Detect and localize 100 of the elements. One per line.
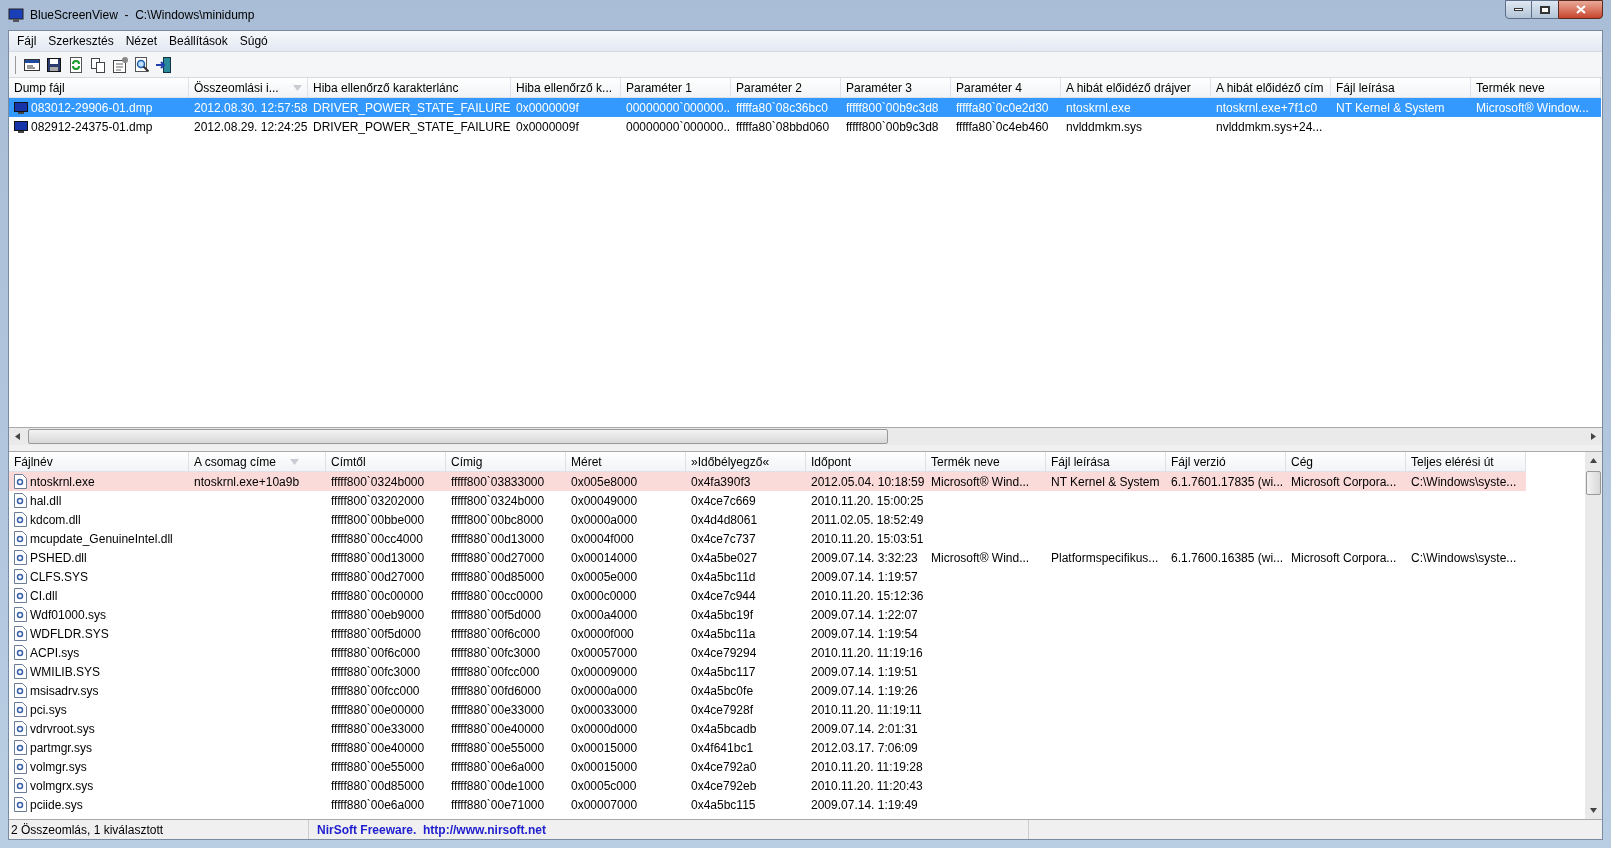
- table-cell-text: 0x4ce792a0: [690, 758, 758, 776]
- file-icon: [14, 588, 27, 603]
- table-cell-text: 2009.07.14. 2:01:31: [810, 720, 919, 738]
- properties-icon[interactable]: [111, 55, 129, 74]
- column-header[interactable]: A hibát előidéző cím: [1211, 78, 1331, 98]
- table-row[interactable]: PSHED.dll fffff880`00d13000 fffff880`00d27000 0x00014000 0x4a5be027 2009.07.14. 3:32:23 Microsoft® Wind... Platformspecifikus... 6.1.7600.16385 (wi... Microsoft Corpora... C:\Windows\syste...: [9, 548, 1526, 567]
- table-cell-text: 0x00057000: [570, 644, 639, 662]
- table-cell-text: 0x4a5bc117: [690, 663, 757, 681]
- column-header[interactable]: Teljes elérési út: [1406, 452, 1526, 472]
- table-row[interactable]: volmgr.sys fffff880`00e55000 fffff880`00e6a000 0x00015000 0x4ce792a0 2010.11.20. 11:19:28: [9, 757, 1526, 776]
- column-header[interactable]: Paraméter 4: [951, 78, 1061, 98]
- table-row[interactable]: Wdf01000.sys fffff880`00eb9000 fffff880`00f5d000 0x000a4000 0x4a5bc19f 2009.07.14. 1:22:07: [9, 605, 1526, 624]
- table-cell-text: fffff880`00d27000: [450, 549, 546, 567]
- table-cell-text: pciide.sys: [30, 796, 83, 814]
- close-button[interactable]: [1558, 0, 1603, 19]
- table-cell-text: 2009.07.14. 3:32:23: [810, 549, 919, 567]
- column-header[interactable]: Méret: [566, 452, 686, 472]
- table-cell-text: 2012.08.29. 12:24:25: [193, 118, 308, 136]
- table-row[interactable]: hal.dll fffff800`03202000 fffff800`0324b000 0x00049000 0x4ce7c669 2010.11.20. 15:00:25: [9, 491, 1526, 510]
- menu-item[interactable]: Beállítások: [163, 31, 234, 51]
- column-header[interactable]: Dump fájl: [9, 78, 189, 98]
- table-row[interactable]: mcupdate_GenuineIntel.dll fffff880`00cc4000 fffff880`00d13000 0x0004f000 0x4ce7c737 2010.11.20. 15:03:51: [9, 529, 1526, 548]
- vertical-scrollbar-thumb[interactable]: [1586, 471, 1601, 495]
- table-cell-text: partmgr.sys: [30, 739, 92, 757]
- file-icon: [14, 607, 27, 622]
- table-row[interactable]: kdcom.dll fffff800`00bbe000 fffff800`00bc8000 0x0000a000 0x4d4d8061 2011.02.05. 18:52:49: [9, 510, 1526, 529]
- column-header[interactable]: Címtől: [326, 452, 446, 472]
- table-cell-text: 0x0005c000: [570, 777, 638, 795]
- table-cell-text: fffff880`00fc3000: [330, 663, 422, 681]
- website-link[interactable]: NirSoft Freeware. http://www.nirsoft.net: [317, 820, 546, 839]
- table-row[interactable]: CLFS.SYS fffff880`00d27000 fffff880`00d85000 0x0005e000 0x4a5bc11d 2009.07.14. 1:19:57: [9, 567, 1526, 586]
- table-row[interactable]: volmgrx.sys fffff880`00d85000 fffff880`00de1000 0x0005c000 0x4ce792eb 2010.11.20. 11:20:43: [9, 776, 1526, 795]
- table-row[interactable]: WDFLDR.SYS fffff880`00f5d000 fffff880`00f6c000 0x0000f000 0x4a5bc11a 2009.07.14. 1:19:54: [9, 624, 1526, 643]
- table-cell-text: 0x4a5bc11a: [690, 625, 757, 643]
- table-cell-text: fffff880`00e55000: [450, 739, 546, 757]
- table-row[interactable]: pci.sys fffff880`00e00000 fffff880`00e33000 0x00033000 0x4ce7928f 2010.11.20. 11:19:11: [9, 700, 1526, 719]
- column-header[interactable]: Paraméter 2: [731, 78, 841, 98]
- column-header[interactable]: Hiba ellenőrző k...: [511, 78, 621, 98]
- table-row[interactable]: WMILIB.SYS fffff880`00fc3000 fffff880`00fcc000 0x00009000 0x4a5bc117 2009.07.14. 1:19:51: [9, 662, 1526, 681]
- table-cell-text: fffff800`00bbe000: [330, 511, 426, 529]
- column-header[interactable]: Fájlnév: [9, 452, 189, 472]
- column-header[interactable]: Cég: [1286, 452, 1406, 472]
- column-header[interactable]: Paraméter 3: [841, 78, 951, 98]
- column-header[interactable]: Időpont: [806, 452, 926, 472]
- table-cell-text: fffff880`00d13000: [450, 530, 546, 548]
- column-header[interactable]: Paraméter 1: [621, 78, 731, 98]
- refresh-icon[interactable]: [67, 55, 85, 74]
- table-cell-text: volmgrx.sys: [30, 777, 94, 795]
- file-icon: [14, 512, 27, 527]
- menu-item[interactable]: Súgó: [233, 31, 274, 51]
- table-row[interactable]: CI.dll fffff880`00c00000 fffff880`00cc0000 0x000c0000 0x4ce7c944 2010.11.20. 15:12:36: [9, 586, 1526, 605]
- table-cell-text: 0x4a5bc11d: [690, 568, 757, 586]
- column-header[interactable]: Fájl leírása: [1046, 452, 1166, 472]
- file-icon: [14, 759, 27, 774]
- menu-item[interactable]: Nézet: [119, 31, 164, 51]
- table-cell-text: fffff880`00cc0000: [450, 587, 544, 605]
- search-icon[interactable]: [133, 55, 151, 74]
- exit-icon[interactable]: [155, 55, 173, 74]
- table-cell-text: Microsoft® Wind...: [930, 473, 1031, 491]
- maximize-button[interactable]: [1532, 0, 1558, 19]
- column-header[interactable]: Hiba ellenőrző karakterlánc: [308, 78, 511, 98]
- menu-item[interactable]: Fájl: [11, 31, 43, 51]
- column-header[interactable]: Termék neve: [1471, 78, 1601, 98]
- minimize-button[interactable]: [1505, 0, 1532, 19]
- copy-icon[interactable]: [89, 55, 107, 74]
- table-row[interactable]: 082912-24375-01.dmp 2012.08.29. 12:24:25 DRIVER_POWER_STATE_FAILURE 0x0000009f 00000000`000000... fffffa80`08bbd060 fffff800`00b9c3d8 fffffa80`0c4eb460 nvlddmkm.sys nvlddmkm.sys+24...: [9, 117, 1601, 136]
- table-cell-text: fffff880`00e6a000: [450, 758, 546, 776]
- table-row[interactable]: partmgr.sys fffff880`00e40000 fffff880`00e55000 0x00015000 0x4f641bc1 2012.03.17. 7:06:09: [9, 738, 1526, 757]
- right-arrow-icon: [1591, 433, 1596, 440]
- table-cell-text: 2009.07.14. 1:19:49: [810, 796, 919, 814]
- file-icon: [14, 664, 27, 679]
- column-header[interactable]: Fájl leírása: [1331, 78, 1471, 98]
- table-cell-text: fffff880`00e40000: [450, 720, 546, 738]
- table-row[interactable]: msisadrv.sys fffff880`00fcc000 fffff880`00fd6000 0x0000a000 0x4a5bc0fe 2009.07.14. 1:19:26: [9, 681, 1526, 700]
- table-cell-text: Platformspecifikus...: [1050, 549, 1160, 567]
- table-cell-text: fffffa80`0c4eb460: [955, 118, 1050, 136]
- horizontal-scrollbar-thumb[interactable]: [28, 429, 888, 444]
- table-row[interactable]: ACPI.sys fffff880`00f6c000 fffff880`00fc3000 0x00057000 0x4ce79294 2010.11.20. 11:19:16: [9, 643, 1526, 662]
- column-header[interactable]: Fájl verzió: [1166, 452, 1286, 472]
- column-header[interactable]: Termék neve: [926, 452, 1046, 472]
- file-icon: [14, 626, 27, 641]
- file-icon: [14, 531, 27, 546]
- table-cell-text: fffff880`00eb9000: [330, 606, 426, 624]
- column-header[interactable]: A hibát előidéző drájver: [1061, 78, 1211, 98]
- table-cell-text: 0x00009000: [570, 663, 639, 681]
- table-cell-text: 6.1.7600.16385 (wi...: [1170, 549, 1285, 567]
- table-cell-text: 0x4ce7c737: [690, 530, 757, 548]
- column-header[interactable]: Címig: [446, 452, 566, 472]
- table-row[interactable]: pciide.sys fffff880`00e6a000 fffff880`00e71000 0x00007000 0x4a5bc115 2009.07.14. 1:19:49: [9, 795, 1526, 814]
- save-icon[interactable]: [45, 55, 63, 74]
- table-cell-text: PSHED.dll: [30, 549, 87, 567]
- table-cell-text: fffff880`00d85000: [450, 568, 546, 586]
- table-cell-text: fffff880`00e40000: [330, 739, 426, 757]
- table-cell-text: ntoskrnl.exe: [30, 473, 95, 491]
- menu-item[interactable]: Szerkesztés: [42, 31, 120, 51]
- table-row[interactable]: [9, 472, 1526, 491]
- table-row[interactable]: vdrvroot.sys fffff880`00e33000 fffff880`00e40000 0x0000d000 0x4a5bcadb 2009.07.14. 2:01:31: [9, 719, 1526, 738]
- table-cell-text: 0x00049000: [570, 492, 639, 510]
- column-header[interactable]: »Időbélyegző«: [686, 452, 806, 472]
- table-cell-text: 0x0000009f: [515, 118, 580, 136]
